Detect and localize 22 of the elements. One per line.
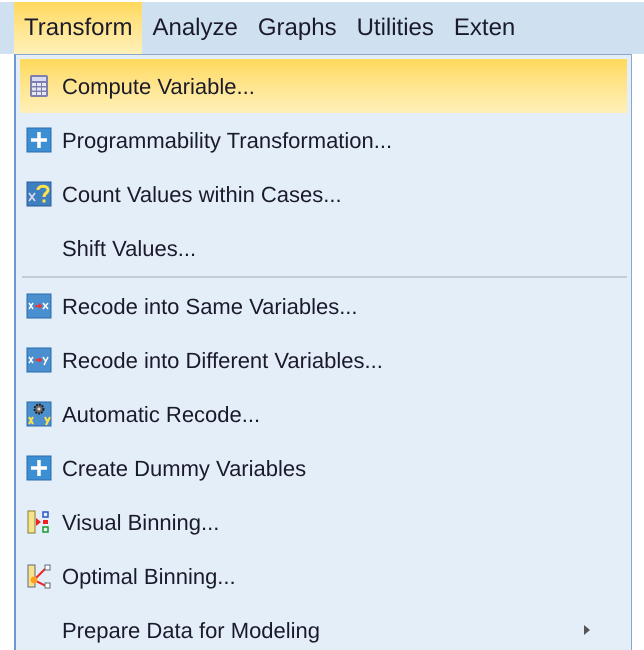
- menu-item[interactable]: Automatic Recode...: [20, 387, 627, 441]
- menu-bar-item[interactable]: Exten: [444, 2, 526, 54]
- menu-bar-item[interactable]: Utilities: [346, 2, 444, 54]
- menu-item[interactable]: Visual Binning...: [20, 495, 627, 549]
- menu-bar-item[interactable]: Transform: [14, 2, 142, 54]
- menu-bar-item[interactable]: Analyze: [142, 2, 248, 54]
- menu-item[interactable]: Recode into Different Variables...: [20, 333, 627, 387]
- gear-icon: [26, 401, 52, 427]
- plus-icon: [26, 127, 52, 153]
- menu-item[interactable]: Recode into Same Variables...: [20, 279, 627, 333]
- menu-item[interactable]: Programmability Transformation...: [20, 113, 627, 167]
- menu-item[interactable]: Optimal Binning...: [20, 549, 627, 603]
- menu-item[interactable]: Prepare Data for Modeling: [20, 603, 627, 650]
- menu-item[interactable]: Shift Values...: [20, 221, 627, 275]
- ruler-bins-icon: [26, 509, 52, 535]
- menu-item[interactable]: Compute Variable...: [20, 59, 627, 113]
- plus-icon: [26, 455, 52, 481]
- variable-question-icon: [26, 181, 52, 207]
- menu-item[interactable]: Create Dummy Variables: [20, 441, 627, 495]
- branch-icon: [26, 563, 52, 589]
- menu-bar-item[interactable]: Graphs: [248, 2, 347, 54]
- menu-item[interactable]: Count Values within Cases...: [20, 167, 627, 221]
